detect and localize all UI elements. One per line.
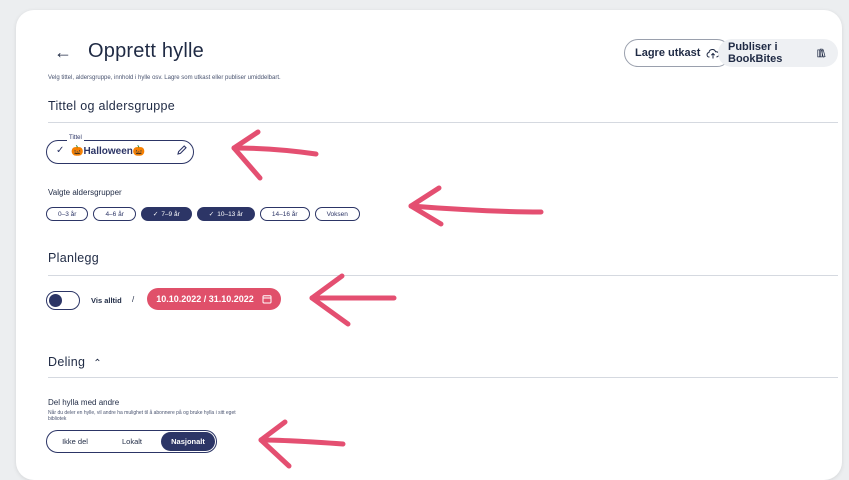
title-input-legend: Tittel bbox=[67, 135, 84, 141]
age-group-label: 0–3 år bbox=[58, 210, 77, 218]
title-input-value: 🎃Halloween🎃 bbox=[71, 146, 146, 157]
calendar-icon bbox=[262, 295, 272, 304]
pencil-icon[interactable] bbox=[176, 144, 188, 156]
share-title: Del hylla med andre bbox=[48, 398, 120, 407]
age-group-chip[interactable]: ✓ 10–13 år bbox=[196, 207, 255, 221]
show-always-label: Vis alltid bbox=[91, 296, 122, 305]
page-subtitle: Velg tittel, aldersgruppe, innhold i hyl… bbox=[48, 75, 281, 81]
publish-button[interactable]: Publiser i BookBites bbox=[718, 39, 838, 67]
section-heading-plan: Planlegg bbox=[48, 251, 100, 265]
age-group-chip[interactable]: 0–3 år bbox=[46, 207, 89, 221]
age-groups-label: Valgte aldersgrupper bbox=[48, 188, 122, 197]
check-icon: ✓ bbox=[152, 211, 159, 218]
age-group-label: 10–13 år bbox=[217, 210, 243, 218]
form-card: ← Opprett hylle Lagre utkast Publiser i … bbox=[16, 10, 842, 480]
divider bbox=[48, 275, 838, 276]
age-group-label: 4–6 år bbox=[105, 210, 124, 218]
save-draft-label: Lagre utkast bbox=[635, 47, 701, 59]
chevron-up-icon: ⌃ bbox=[93, 358, 102, 369]
age-group-chips: 0–3 år 4–6 år ✓ 7–9 år ✓ 10–13 år 14–16 år Voks… bbox=[46, 207, 360, 221]
age-group-label: 7–9 år bbox=[161, 210, 180, 218]
sharing-option-national[interactable]: Nasjonalt bbox=[161, 432, 215, 451]
sharing-option-none[interactable]: Ikke del bbox=[47, 431, 103, 452]
age-group-label: Voksen bbox=[326, 210, 348, 218]
sharing-option-local[interactable]: Lokalt bbox=[103, 431, 161, 452]
page-title: Opprett hylle bbox=[88, 40, 204, 62]
save-draft-button[interactable]: Lagre utkast bbox=[624, 39, 732, 67]
age-group-chip[interactable]: 4–6 år bbox=[93, 207, 136, 221]
check-icon: ✓ bbox=[208, 211, 215, 218]
back-arrow-icon[interactable]: ← bbox=[54, 42, 72, 63]
show-always-toggle[interactable] bbox=[46, 291, 80, 310]
divider bbox=[48, 377, 838, 378]
age-group-label: 14–16 år bbox=[271, 210, 298, 218]
date-range-text: 10.10.2022 / 31.10.2022 bbox=[156, 294, 254, 304]
publish-label: Publiser i BookBites bbox=[728, 41, 783, 65]
sharing-segmented-control: Ikke del Lokalt Nasjonalt bbox=[46, 430, 217, 453]
separator-slash: / bbox=[132, 295, 135, 304]
section-heading-title: Tittel og aldersgruppe bbox=[48, 99, 176, 113]
section-heading-sharing: Deling bbox=[48, 355, 86, 369]
age-group-chip[interactable]: Voksen bbox=[314, 207, 360, 221]
share-description: Når du deler en hylle, vil andre ha muli… bbox=[48, 410, 236, 422]
books-icon bbox=[817, 48, 826, 58]
date-range-button[interactable]: 10.10.2022 / 31.10.2022 bbox=[147, 288, 281, 310]
check-icon: ✓ bbox=[56, 145, 65, 156]
sharing-section-toggle[interactable]: Deling ⌃ bbox=[48, 355, 102, 369]
title-input[interactable]: Tittel ✓ 🎃Halloween🎃 bbox=[46, 135, 194, 164]
top-bar: ← Opprett hylle Lagre utkast Publiser i … bbox=[44, 39, 838, 67]
age-group-chip[interactable]: ✓ 7–9 år bbox=[140, 207, 192, 221]
toggle-knob bbox=[49, 294, 62, 307]
divider bbox=[48, 122, 838, 123]
age-group-chip[interactable]: 14–16 år bbox=[259, 207, 310, 221]
